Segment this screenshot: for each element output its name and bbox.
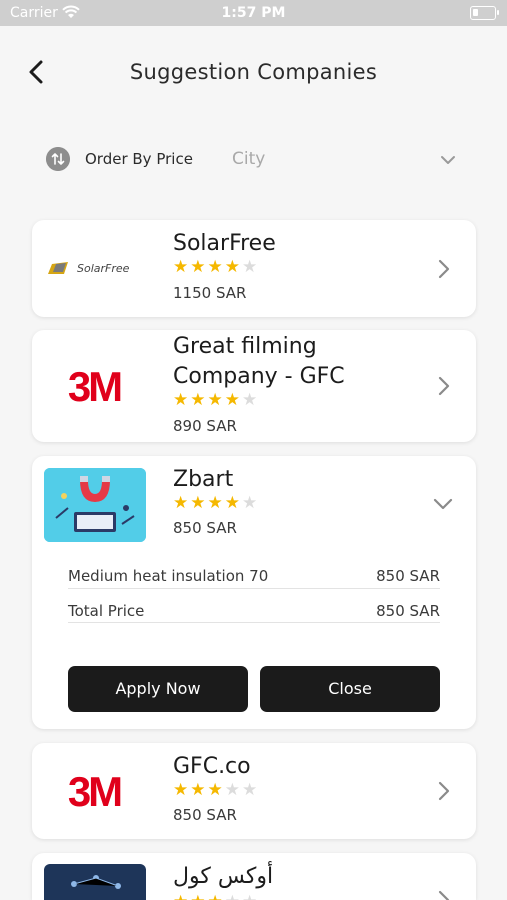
company-name: أوكس كول — [173, 864, 274, 889]
company-name: Zbart — [173, 467, 234, 492]
star-filled-icon: ★ — [207, 493, 225, 513]
rating-stars: ★★★★★ — [173, 258, 259, 276]
company-name: SolarFree — [173, 231, 276, 256]
service-name: Medium heat insulation 70 — [68, 567, 269, 585]
company-name-line1: Great filming — [173, 334, 317, 359]
star-filled-icon: ★ — [207, 390, 225, 410]
company-logo: SolarFree — [44, 234, 144, 304]
star-empty-icon: ★ — [242, 493, 260, 513]
star-filled-icon: ★ — [190, 493, 208, 513]
company-price: 1150 SAR — [173, 284, 247, 302]
company-logo: 3M — [44, 755, 144, 827]
star-filled-icon: ★ — [190, 780, 208, 800]
chevron-right-icon[interactable] — [434, 375, 454, 397]
sort-icon[interactable] — [46, 147, 70, 171]
star-filled-icon: ★ — [173, 390, 191, 410]
rating-stars: ★★★★★ — [173, 893, 259, 900]
star-empty-icon: ★ — [242, 257, 260, 277]
order-by-price-button[interactable]: Order By Price — [85, 150, 193, 168]
divider — [68, 622, 440, 623]
star-filled-icon: ★ — [190, 892, 207, 900]
status-time: 1:57 PM — [221, 5, 286, 21]
city-select[interactable]: City — [232, 149, 265, 169]
company-price: 890 SAR — [173, 417, 237, 435]
chevron-down-icon[interactable] — [432, 493, 454, 515]
star-filled-icon: ★ — [207, 780, 225, 800]
chevron-right-icon[interactable] — [434, 258, 454, 280]
company-name-line2: Company - GFC — [173, 364, 345, 389]
star-filled-icon: ★ — [208, 892, 225, 900]
company-logo — [44, 468, 146, 542]
star-filled-icon: ★ — [224, 390, 242, 410]
star-filled-icon: ★ — [190, 390, 208, 410]
star-empty-icon: ★ — [225, 892, 242, 900]
logo-text: SolarFree — [77, 262, 130, 275]
company-card[interactable]: أوكس كول ★★★★★ — [32, 853, 476, 900]
star-filled-icon: ★ — [173, 257, 191, 277]
page-title: Suggestion Companies — [129, 60, 378, 84]
status-bar: Carrier 1:57 PM — [0, 0, 507, 26]
star-filled-icon: ★ — [207, 257, 225, 277]
star-filled-icon: ★ — [173, 493, 191, 513]
total-price-value: 850 SAR — [376, 602, 440, 620]
logo-text: 3M — [68, 768, 121, 815]
star-empty-icon: ★ — [242, 892, 259, 900]
star-filled-icon: ★ — [173, 892, 190, 900]
star-empty-icon: ★ — [224, 780, 242, 800]
rating-stars: ★★★★★ — [173, 391, 259, 409]
service-price: 850 SAR — [376, 567, 440, 585]
divider — [68, 588, 440, 589]
star-filled-icon: ★ — [224, 493, 242, 513]
total-price-label: Total Price — [68, 602, 145, 620]
company-card[interactable]: 3M GFC.co ★★★★★ 850 SAR — [32, 743, 476, 839]
star-empty-icon: ★ — [242, 390, 260, 410]
filter-bar: Order By Price City — [46, 146, 466, 174]
company-logo — [44, 864, 146, 900]
chevron-right-icon[interactable] — [434, 889, 454, 900]
rating-stars: ★★★★★ — [173, 494, 259, 512]
star-filled-icon: ★ — [224, 257, 242, 277]
chevron-right-icon[interactable] — [434, 780, 454, 802]
logo-text: 3M — [68, 363, 121, 410]
company-card[interactable]: SolarFree SolarFree ★★★★★ 1150 SAR — [32, 220, 476, 317]
battery-icon — [470, 6, 499, 20]
chevron-down-icon[interactable] — [438, 150, 458, 170]
star-empty-icon: ★ — [242, 780, 260, 800]
company-price: 850 SAR — [173, 806, 237, 824]
company-card[interactable]: 3M Great filming Company - GFC ★★★★★ 890… — [32, 330, 476, 442]
apply-now-button[interactable]: Apply Now — [68, 666, 248, 712]
service-line-item: Medium heat insulation 70 850 SAR — [68, 567, 440, 585]
star-filled-icon: ★ — [173, 780, 191, 800]
rating-stars: ★★★★★ — [173, 781, 259, 799]
company-logo: 3M — [44, 348, 144, 424]
company-card-expanded[interactable]: Zbart ★★★★★ 850 SAR Medium heat insulati… — [32, 456, 476, 729]
company-name: GFC.co — [173, 754, 251, 779]
total-price-row: Total Price 850 SAR — [68, 602, 440, 620]
close-button[interactable]: Close — [260, 666, 440, 712]
star-filled-icon: ★ — [190, 257, 208, 277]
company-price: 850 SAR — [173, 519, 237, 537]
